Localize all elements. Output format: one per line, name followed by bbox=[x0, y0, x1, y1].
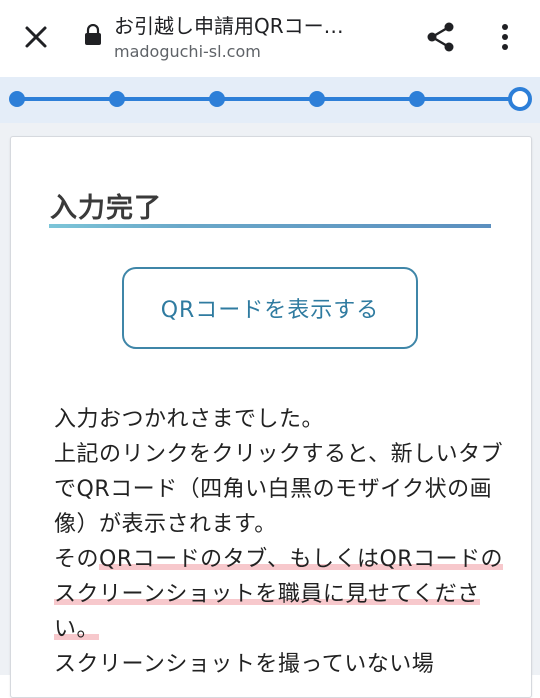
lock-icon bbox=[85, 24, 101, 45]
progress-step-dot bbox=[9, 91, 25, 107]
url-text[interactable]: madoguchi-sl.com bbox=[114, 42, 261, 61]
highlighted-instruction: QRコードのタブ、もしくはQRコードのスクリーンショットを職員に見せてください。 bbox=[54, 547, 504, 642]
section-heading: 入力完了 bbox=[50, 193, 162, 224]
show-qr-code-button[interactable]: QRコードを表示する bbox=[122, 267, 418, 349]
progress-step-dot bbox=[209, 91, 225, 107]
progress-stepper bbox=[0, 77, 540, 123]
page-title: お引越し申請用QRコー… bbox=[114, 14, 344, 38]
progress-step-dot bbox=[409, 91, 425, 107]
heading-underline bbox=[49, 224, 491, 228]
instruction-line: 入力おつかれさまでした。 bbox=[54, 407, 325, 432]
progress-current-step bbox=[508, 87, 532, 111]
instruction-line: そのQRコードのタブ、もしくはQRコードのスクリーンショットを職員に見せてくださ… bbox=[54, 542, 504, 647]
share-icon[interactable] bbox=[424, 20, 458, 54]
instruction-line: 上記のリンクをクリックすると、新しいタブでQRコード（四角い白黒のモザイク状の画… bbox=[54, 442, 504, 537]
close-icon[interactable] bbox=[18, 19, 54, 55]
progress-step-dot bbox=[309, 91, 325, 107]
more-menu-icon[interactable] bbox=[494, 20, 516, 54]
browser-toolbar: お引越し申請用QRコー… madoguchi-sl.com bbox=[0, 0, 540, 76]
instruction-text: その bbox=[54, 547, 100, 572]
instruction-line: スクリーンショットを撮っていない場 bbox=[54, 652, 435, 677]
progress-step-dot bbox=[109, 91, 125, 107]
instructions-text: 入力おつかれさまでした。 上記のリンクをクリックすると、新しいタブでQRコード（… bbox=[54, 402, 504, 682]
